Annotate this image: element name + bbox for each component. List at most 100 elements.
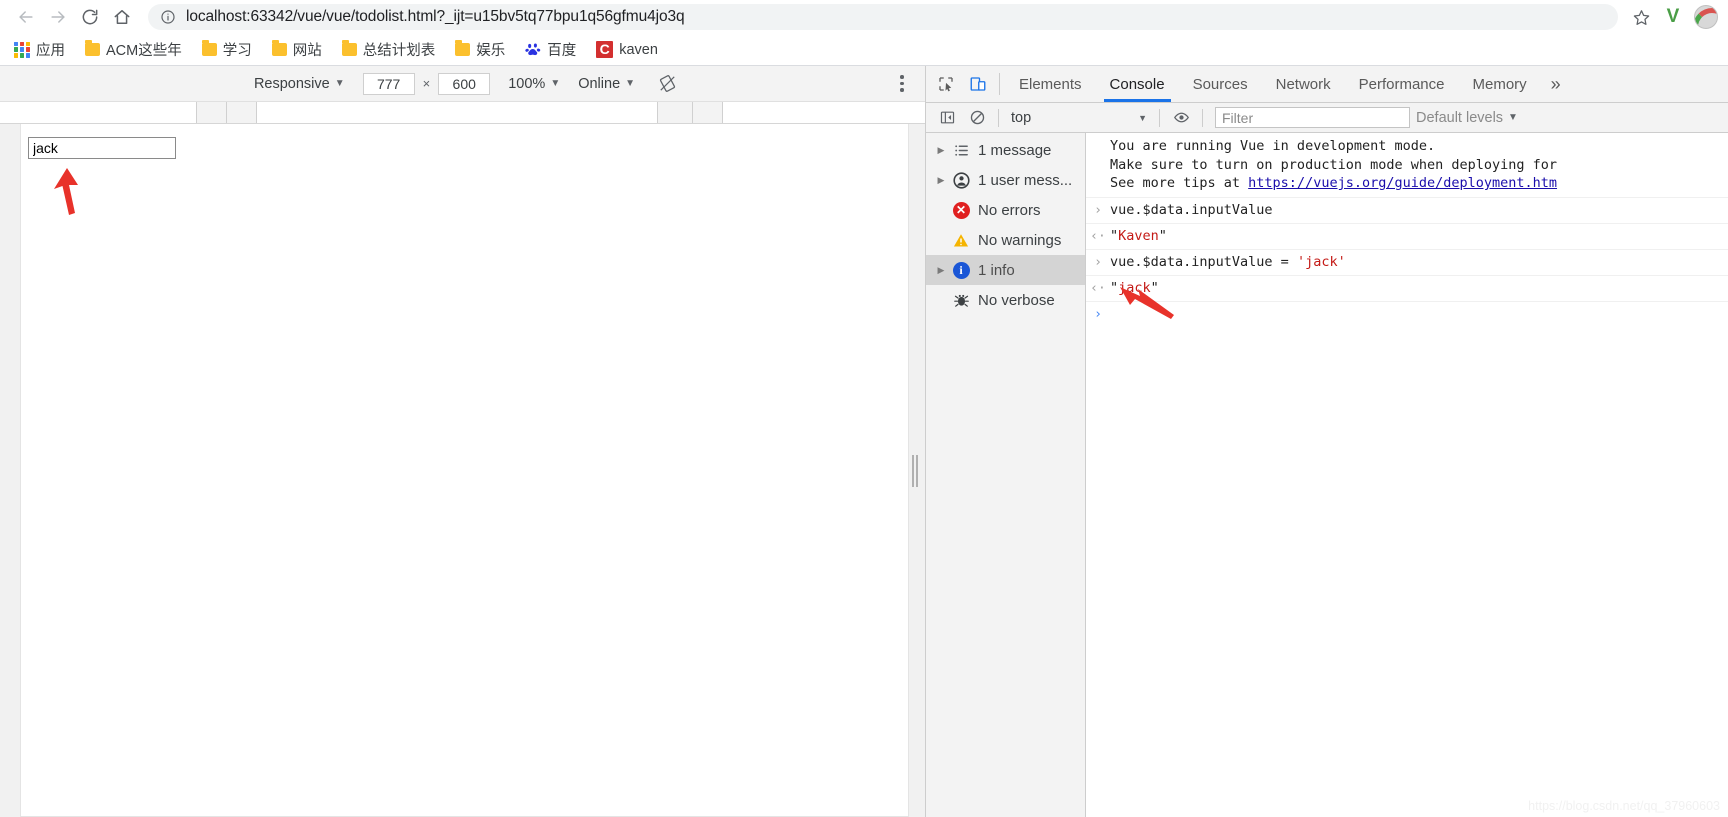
address-bar[interactable]: localhost:63342/vue/vue/todolist.html?_i…	[148, 4, 1618, 30]
device-emulation-pane: Responsive ▼ × 100% ▼ Online ▼	[0, 66, 925, 817]
sidebar-item-info[interactable]: ▶ i 1 info	[926, 255, 1085, 285]
browser-toolbar: localhost:63342/vue/vue/todolist.html?_i…	[0, 0, 1728, 34]
device-width-input[interactable]	[362, 72, 415, 95]
bookmark-study[interactable]: 学习	[200, 37, 254, 63]
toggle-console-sidebar-button[interactable]	[932, 105, 962, 131]
create-live-expression-button[interactable]	[1166, 105, 1196, 131]
bookmark-apps[interactable]: 应用	[12, 37, 67, 63]
bookmark-label: 学习	[222, 43, 252, 59]
bookmark-kaven[interactable]: C kaven	[594, 37, 660, 63]
console-output-text: "Kaven"	[1110, 227, 1167, 244]
toolbar-divider	[1202, 108, 1203, 127]
console-log[interactable]: You are running Vue in development mode.…	[1086, 133, 1728, 817]
toolbar-divider	[999, 73, 1000, 95]
chevron-down-icon: ▼	[1138, 112, 1147, 123]
log-levels-value: Default levels	[1416, 109, 1504, 126]
device-zoom-select[interactable]: 100% ▼	[508, 76, 560, 92]
folder-icon	[341, 40, 357, 56]
avatar[interactable]	[1694, 5, 1718, 29]
tab-elements[interactable]: Elements	[1005, 66, 1096, 102]
clear-console-button[interactable]	[962, 105, 992, 131]
star-icon	[1633, 9, 1649, 25]
reload-button[interactable]	[74, 2, 106, 32]
console-toolbar: top ▼ Default levels ▼	[926, 103, 1728, 133]
vue-devtools-extension-button[interactable]: V	[1660, 4, 1686, 30]
inspect-element-icon	[939, 77, 953, 92]
network-throttling-select[interactable]: Online ▼	[578, 76, 635, 92]
rotate-device-button[interactable]	[654, 71, 680, 97]
console-input-text: vue.$data.inputValue	[1110, 201, 1273, 218]
device-height-input[interactable]	[438, 72, 491, 95]
toolbar-divider	[998, 108, 999, 127]
csdn-c-icon: C	[596, 41, 614, 58]
info-line-2: Make sure to turn on production mode whe…	[1110, 156, 1558, 173]
browser-window: localhost:63342/vue/vue/todolist.html?_i…	[0, 0, 1728, 817]
bookmark-label: 娱乐	[476, 43, 506, 59]
toggle-device-toolbar-button[interactable]	[962, 66, 994, 102]
arrow-right-icon	[51, 11, 65, 23]
tab-network[interactable]: Network	[1262, 66, 1345, 102]
expand-triangle-icon[interactable]: ▶	[934, 145, 948, 156]
device-toolbar: Responsive ▼ × 100% ▼ Online ▼	[0, 66, 925, 102]
info-line-1: You are running Vue in development mode.	[1110, 138, 1436, 154]
sidebar-item-verbose[interactable]: ▶ No verbose	[926, 285, 1085, 315]
sidebar-item-label: No verbose	[978, 291, 1055, 309]
page-content	[20, 124, 909, 817]
console-input-text: vue.$data.inputValue = 'jack'	[1110, 253, 1346, 270]
viewport-resize-handle[interactable]	[911, 454, 919, 487]
device-select[interactable]: Responsive ▼	[254, 76, 345, 92]
bookmark-summary-plan[interactable]: 总结计划表	[340, 37, 438, 63]
expand-triangle-icon[interactable]: ▶	[934, 265, 948, 276]
bookmark-star-button[interactable]	[1626, 2, 1656, 32]
red-arrow-annotation	[1120, 287, 1174, 319]
expand-triangle-icon[interactable]: ▶	[934, 175, 948, 186]
sidebar-item-label: 1 message	[978, 141, 1052, 159]
bookmark-acm[interactable]: ACM这些年	[83, 37, 184, 63]
bookmark-entertainment[interactable]: 娱乐	[453, 37, 507, 63]
sidebar-item-user-messages[interactable]: ▶ 1 user mess...	[926, 165, 1085, 195]
input-chevron-icon: ›	[1094, 254, 1102, 270]
sidebar-item-messages[interactable]: ▶ 1 message	[926, 135, 1085, 165]
home-icon	[114, 10, 130, 24]
viewport-ruler	[0, 102, 925, 124]
folder-icon	[201, 40, 217, 56]
dimension-separator: ×	[422, 76, 431, 91]
home-button[interactable]	[106, 2, 138, 32]
tab-memory[interactable]: Memory	[1459, 66, 1541, 102]
console-filter-input[interactable]	[1215, 107, 1410, 128]
console-body: ▶ 1 message ▶ 1 user mess... ✕ No errors…	[926, 133, 1728, 817]
console-input-line: › vue.$data.inputValue	[1086, 198, 1728, 224]
bookmark-baidu[interactable]: 百度	[523, 37, 578, 63]
tab-performance[interactable]: Performance	[1345, 66, 1459, 102]
device-zoom-value: 100%	[508, 75, 546, 92]
bookmark-label: 总结计划表	[362, 43, 436, 59]
apps-grid-icon	[14, 41, 30, 58]
info-line-3: See more tips at https://vuejs.org/guide…	[1110, 175, 1558, 191]
todo-input[interactable]	[28, 137, 176, 159]
vue-deployment-link[interactable]: https://vuejs.org/guide/deployment.htm	[1248, 175, 1557, 191]
baidu-icon	[525, 42, 541, 58]
folder-icon	[85, 40, 100, 56]
log-levels-select[interactable]: Default levels ▼	[1416, 110, 1518, 126]
warning-icon	[948, 232, 974, 249]
bookmark-websites[interactable]: 网站	[270, 37, 324, 63]
more-tabs-button[interactable]: »	[1541, 66, 1571, 102]
execution-context-select[interactable]: top ▼	[1005, 107, 1153, 129]
device-select-value: Responsive	[253, 75, 330, 92]
toolbar-divider	[1159, 108, 1160, 127]
sidebar-item-warnings[interactable]: ▶ No warnings	[926, 225, 1085, 255]
console-output-line: ‹· "jack"	[1086, 276, 1728, 302]
forward-button[interactable]	[42, 2, 74, 32]
console-prompt[interactable]: ›	[1086, 302, 1728, 327]
device-toolbar-menu-button[interactable]	[891, 72, 913, 96]
sidebar-item-label: No errors	[978, 201, 1041, 219]
tab-sources[interactable]: Sources	[1179, 66, 1262, 102]
bookmark-label: 网站	[292, 43, 322, 59]
inspect-element-button[interactable]	[930, 66, 962, 102]
tab-console[interactable]: Console	[1096, 66, 1179, 102]
back-button[interactable]	[10, 2, 42, 32]
devtools-tabbar: Elements Console Sources Network Perform…	[926, 66, 1728, 103]
url-text: localhost:63342/vue/vue/todolist.html?_i…	[186, 8, 685, 25]
sidebar-item-errors[interactable]: ▶ ✕ No errors	[926, 195, 1085, 225]
page-info-icon[interactable]	[160, 9, 176, 25]
